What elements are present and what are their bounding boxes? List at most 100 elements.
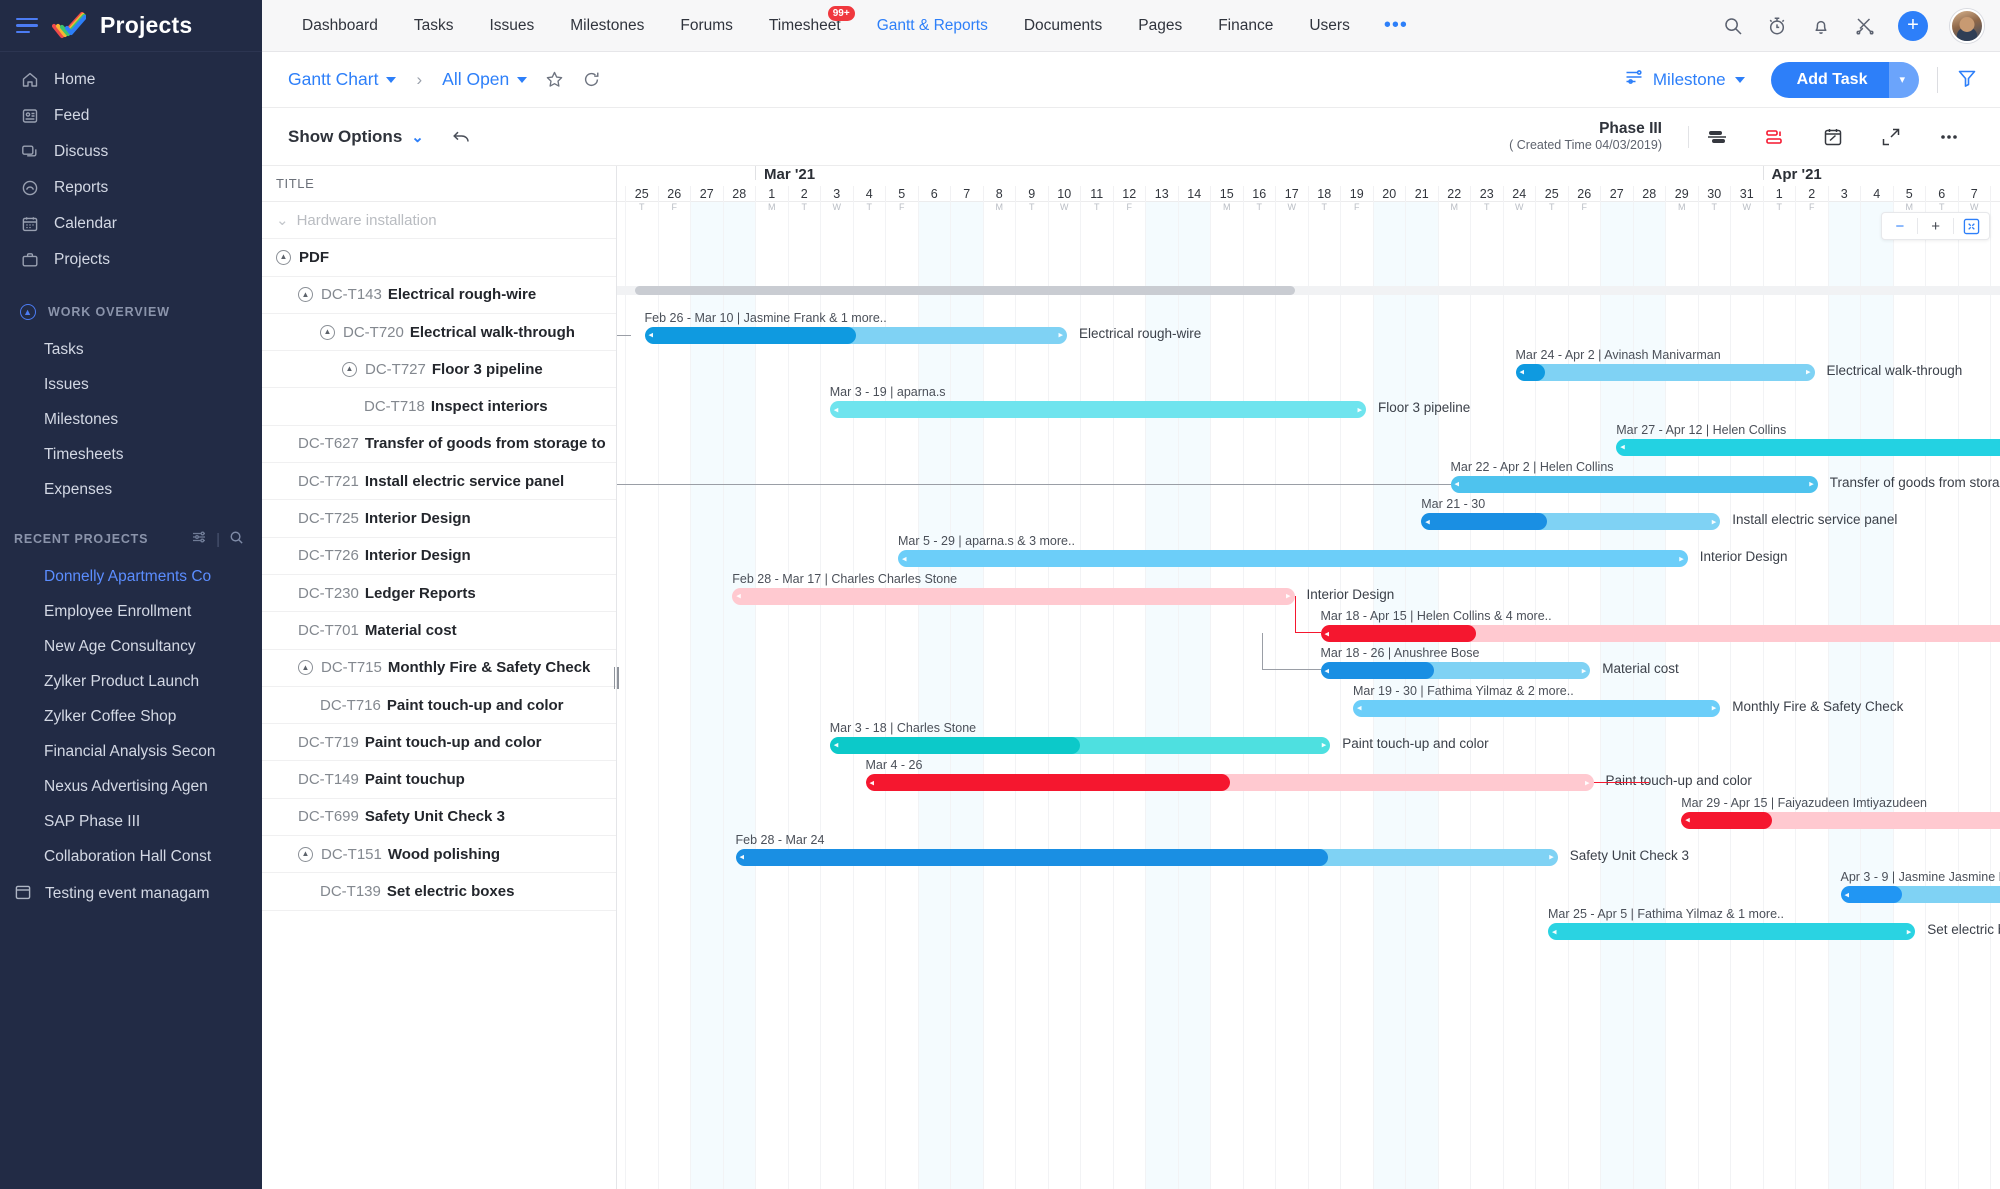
tools-icon[interactable]	[1854, 15, 1876, 37]
bar-handle-right[interactable]: ▸	[1582, 666, 1587, 675]
collapse-chevron-icon[interactable]: ▲	[298, 660, 313, 676]
timer-icon[interactable]	[1766, 15, 1788, 37]
tab-milestones[interactable]: Milestones	[552, 0, 662, 52]
bar-handle-left[interactable]: ◂	[736, 591, 741, 601]
zoom-out-button[interactable]: −	[1882, 213, 1917, 239]
tab-gantt-and-reports[interactable]: Gantt & Reports	[859, 0, 1006, 52]
sidebar-item-reports[interactable]: Reports	[0, 170, 262, 206]
tab-dashboard[interactable]: Dashboard	[284, 0, 396, 52]
bell-icon[interactable]	[1810, 15, 1832, 37]
bar-handle-right[interactable]: ▸	[1809, 479, 1814, 489]
sidebar-project-sap-phase-iii[interactable]: SAP Phase III	[0, 804, 262, 839]
bar-handle-left[interactable]: ◂	[834, 405, 839, 414]
tab-finance[interactable]: Finance	[1200, 0, 1291, 52]
breadcrumb-gantt-chart[interactable]: Gantt Chart	[288, 69, 378, 90]
bar-handle-right[interactable]: ▸	[1058, 330, 1063, 340]
bar-handle-left[interactable]: ◂	[649, 330, 654, 340]
bar-handle-left[interactable]: ◂	[1620, 442, 1625, 452]
bar-handle-left[interactable]: ◂	[834, 740, 839, 750]
sidebar-item-milestones[interactable]: Milestones	[0, 402, 262, 437]
task-row[interactable]: DC-T701 Material cost	[262, 612, 616, 650]
task-row[interactable]: DC-T721 Install electric service panel	[262, 463, 616, 501]
sidebar-item-testing-event[interactable]: Testing event managam	[0, 874, 262, 914]
gantt-bar[interactable]: ◂▸	[865, 774, 1594, 792]
task-row[interactable]: DC-T726 Interior Design	[262, 538, 616, 575]
bar-handle-left[interactable]: ◂	[1455, 479, 1460, 489]
task-row[interactable]: DC-T627 Transfer of goods from storage to	[262, 426, 616, 464]
gantt-bar[interactable]: ◂▸	[1450, 475, 1818, 493]
gantt-bar[interactable]: ◂▸	[1320, 662, 1591, 680]
add-button[interactable]: +	[1898, 10, 1928, 41]
bar-handle-right[interactable]: ▸	[1806, 367, 1811, 377]
tab-forums[interactable]: Forums	[662, 0, 751, 52]
bar-handle-right[interactable]: ▸	[1549, 852, 1554, 862]
bar-handle-right[interactable]: ▸	[1357, 405, 1362, 414]
sidebar-item-feed[interactable]: Feed	[0, 98, 262, 134]
bar-handle-right[interactable]: ▸	[1679, 554, 1684, 563]
sidebar-item-tasks[interactable]: Tasks	[0, 332, 262, 367]
sidebar-project-new-age-consultancy[interactable]: New Age Consultancy	[0, 629, 262, 664]
sidebar-item-expenses[interactable]: Expenses	[0, 472, 262, 507]
gantt-bar[interactable]: ◂▸	[1840, 886, 2000, 904]
task-row[interactable]: DC-T699 Safety Unit Check 3	[262, 799, 616, 837]
expand-icon[interactable]	[1862, 127, 1920, 147]
more-tabs-button[interactable]: •••	[1368, 14, 1424, 37]
hamburger-icon[interactable]	[16, 17, 38, 34]
tab-users[interactable]: Users	[1291, 0, 1367, 52]
task-row[interactable]: ▲ DC-T715 Monthly Fire & Safety Check	[262, 650, 616, 687]
show-options-button[interactable]: Show Options ⌄	[288, 127, 424, 147]
task-row[interactable]: ▲ DC-T720 Electrical walk-through	[262, 314, 616, 352]
bar-handle-left[interactable]: ◂	[870, 778, 875, 787]
task-row[interactable]: ▲ DC-T727 Floor 3 pipeline	[262, 351, 616, 389]
star-icon[interactable]	[545, 70, 564, 89]
chevron-down-icon[interactable]	[517, 76, 528, 83]
task-row[interactable]: DC-T716 Paint touch-up and color	[262, 687, 616, 725]
sidebar-item-home[interactable]: Home	[0, 62, 262, 98]
task-row[interactable]: DC-T139 Set electric boxes	[262, 873, 616, 911]
task-row[interactable]: DC-T719 Paint touch-up and color	[262, 724, 616, 762]
tab-timesheet[interactable]: Timesheet 99+	[751, 0, 859, 52]
bar-handle-right[interactable]: ▸	[1286, 591, 1291, 601]
bar-handle-right[interactable]: ▸	[1585, 778, 1590, 787]
gantt-bar[interactable]: ◂▸	[1320, 625, 2000, 642]
tab-documents[interactable]: Documents	[1006, 0, 1120, 52]
task-row[interactable]: DC-T230 Ledger Reports	[262, 575, 616, 613]
sidebar-project-financial-analysis[interactable]: Financial Analysis Secon	[0, 734, 262, 769]
bar-handle-left[interactable]: ◂	[1685, 815, 1690, 825]
sidebar-item-issues[interactable]: Issues	[0, 367, 262, 402]
sidebar-item-calendar[interactable]: Calendar	[0, 206, 262, 242]
gantt-bar[interactable]: ◂▸	[829, 736, 1331, 754]
milestone-selector[interactable]: Milestone	[1624, 67, 1745, 92]
sidebar-project-zylker-product-launch[interactable]: Zylker Product Launch	[0, 664, 262, 699]
gantt-bar[interactable]: ◂▸	[1353, 699, 1721, 717]
sidebar-project-nexus-advertising[interactable]: Nexus Advertising Agen	[0, 769, 262, 804]
bar-handle-right[interactable]: ▸	[1322, 740, 1327, 750]
avatar[interactable]	[1950, 8, 1984, 43]
gantt-bar[interactable]: ◂▸	[735, 848, 1558, 866]
task-row[interactable]: ⌄ Hardware installation	[262, 202, 616, 240]
calendar-view-icon[interactable]	[1804, 127, 1862, 147]
zoom-in-button[interactable]: +	[1918, 213, 1953, 239]
collapse-chevron-icon[interactable]: ▲	[320, 324, 335, 340]
bar-handle-left[interactable]: ◂	[1425, 517, 1430, 526]
chevron-down-icon[interactable]	[1734, 76, 1745, 83]
collapse-chevron-icon[interactable]: ▲	[298, 287, 313, 303]
gantt-bar[interactable]: ◂▸	[644, 326, 1067, 344]
bar-handle-left[interactable]: ◂	[1357, 703, 1362, 713]
gantt-bar[interactable]: ◂▸	[898, 550, 1688, 568]
bar-handle-left[interactable]: ◂	[1552, 927, 1557, 936]
bar-handle-left[interactable]: ◂	[902, 554, 907, 563]
collapse-chevron-icon[interactable]: ▲	[298, 846, 313, 862]
search-icon[interactable]	[229, 530, 244, 549]
sidebar-section-work-overview[interactable]: ▲ WORK OVERVIEW	[0, 292, 262, 332]
more-icon[interactable]	[1920, 127, 1978, 147]
sidebar-item-timesheets[interactable]: Timesheets	[0, 437, 262, 472]
task-row[interactable]: ▲ DC-T151 Wood polishing	[262, 836, 616, 874]
gantt-bar[interactable]: ◂▸	[829, 401, 1366, 419]
fit-screen-icon[interactable]	[1954, 213, 1989, 239]
gantt-bar[interactable]: ◂▸	[1515, 363, 1815, 381]
task-row[interactable]: DC-T149 Paint touchup	[262, 761, 616, 799]
bar-handle-left[interactable]: ◂	[1325, 629, 1330, 638]
bar-handle-left[interactable]: ◂	[1520, 367, 1525, 377]
sidebar-project-employee-enrollment[interactable]: Employee Enrollment	[0, 594, 262, 629]
